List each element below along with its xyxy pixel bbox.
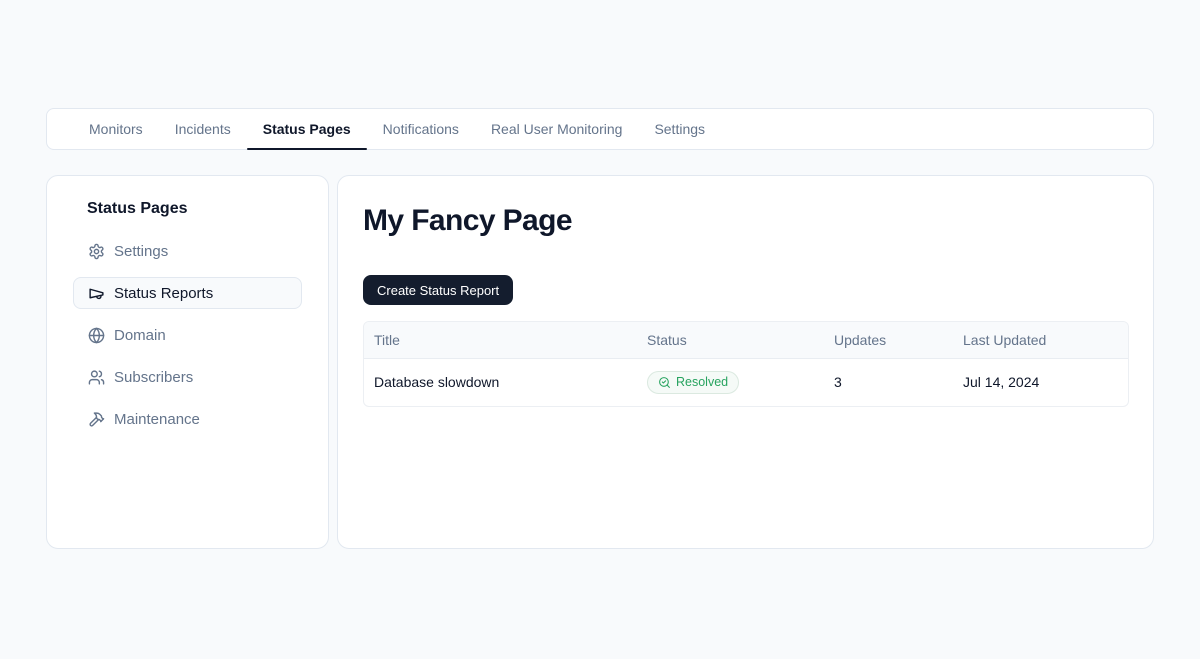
- status-badge-label: Resolved: [676, 375, 728, 389]
- sidebar-item-label: Maintenance: [114, 411, 200, 428]
- tab-label: Monitors: [89, 121, 143, 137]
- sidebar-item-status-reports[interactable]: Status Reports: [73, 277, 302, 309]
- gear-icon: [88, 243, 105, 260]
- tab-label: Real User Monitoring: [491, 121, 623, 137]
- tab-notifications[interactable]: Notifications: [367, 109, 475, 149]
- users-icon: [88, 369, 105, 386]
- report-title-cell: Database slowdown: [364, 358, 637, 406]
- sidebar-item-settings[interactable]: Settings: [73, 235, 302, 267]
- column-header-status: Status: [637, 322, 824, 358]
- report-last-updated-cell: Jul 14, 2024: [953, 358, 1129, 406]
- megaphone-icon: [88, 285, 105, 302]
- tab-label: Incidents: [175, 121, 231, 137]
- sidebar-title: Status Pages: [87, 200, 302, 218]
- sidebar-item-label: Status Reports: [114, 285, 213, 302]
- page-title: My Fancy Page: [363, 204, 1128, 238]
- column-header-updates: Updates: [824, 322, 953, 358]
- column-header-title: Title: [364, 322, 637, 358]
- report-updates-cell: 3: [824, 358, 953, 406]
- tab-label: Notifications: [383, 121, 459, 137]
- status-reports-panel: My Fancy Page Create Status Report Title…: [337, 175, 1154, 549]
- table-header-row: Title Status Updates Last Updated: [364, 322, 1129, 358]
- status-reports-table: Title Status Updates Last Updated Databa…: [363, 321, 1129, 407]
- globe-icon: [88, 327, 105, 344]
- active-tab-underline: [247, 148, 367, 150]
- tab-label: Settings: [654, 121, 705, 137]
- top-navigation: Monitors Incidents Status Pages Notifica…: [46, 108, 1154, 150]
- sidebar-item-subscribers[interactable]: Subscribers: [73, 361, 302, 393]
- tab-monitors[interactable]: Monitors: [73, 109, 159, 149]
- tab-settings[interactable]: Settings: [638, 109, 721, 149]
- status-page-sidebar: Status Pages Settings Status Reports Dom…: [46, 175, 329, 549]
- table-row[interactable]: Database slowdown Resolved 3 Jul 14, 202…: [364, 358, 1129, 406]
- sidebar-item-domain[interactable]: Domain: [73, 319, 302, 351]
- sidebar-item-label: Subscribers: [114, 369, 193, 386]
- tab-status-pages[interactable]: Status Pages: [247, 109, 367, 149]
- sidebar-item-label: Settings: [114, 243, 168, 260]
- status-badge: Resolved: [647, 371, 739, 394]
- sidebar-item-label: Domain: [114, 327, 166, 344]
- search-check-icon: [658, 376, 671, 389]
- tab-incidents[interactable]: Incidents: [159, 109, 247, 149]
- create-status-report-button[interactable]: Create Status Report: [363, 275, 513, 305]
- sidebar-item-maintenance[interactable]: Maintenance: [73, 403, 302, 435]
- hammer-icon: [88, 411, 105, 428]
- tab-label: Status Pages: [263, 121, 351, 137]
- tab-real-user-monitoring[interactable]: Real User Monitoring: [475, 109, 639, 149]
- report-status-cell: Resolved: [637, 358, 824, 406]
- column-header-last-updated: Last Updated: [953, 322, 1129, 358]
